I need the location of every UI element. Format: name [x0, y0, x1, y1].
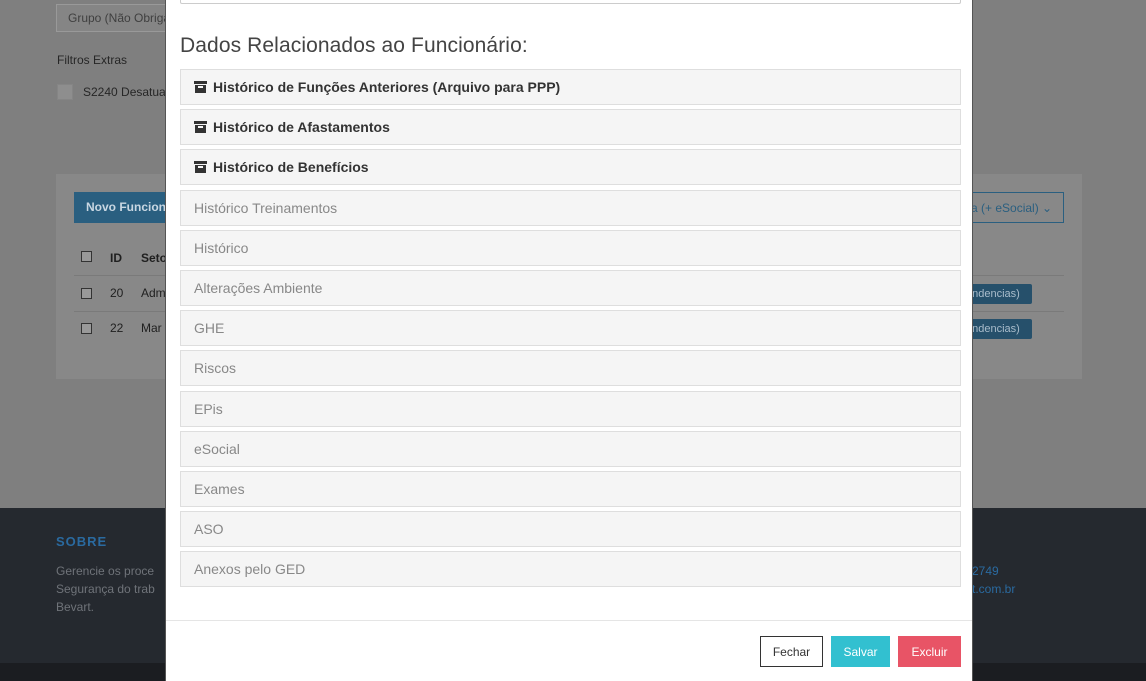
- accordion-section-label: Anexos pelo GED: [194, 561, 306, 578]
- accordion-section[interactable]: Histórico de Funções Anteriores (Arquivo…: [180, 69, 961, 105]
- row-id: 20: [110, 286, 124, 300]
- close-button[interactable]: Fechar: [760, 636, 823, 667]
- accordion-section[interactable]: ASO: [180, 511, 961, 548]
- accordion-section-label: Histórico de Afastamentos: [213, 119, 390, 136]
- row-setor: Mar: [141, 321, 162, 335]
- accordion-section-label: EPis: [194, 400, 223, 417]
- accordion-section[interactable]: Exames: [180, 470, 961, 507]
- row-id: 22: [110, 321, 124, 335]
- action-button-label: a (+ eSocial): [971, 201, 1039, 215]
- accordion-section-label: Exames: [194, 480, 245, 497]
- accordion-section[interactable]: EPis: [180, 390, 961, 427]
- observations-textarea[interactable]: //: [180, 0, 961, 4]
- column-header-setor: Setor: [141, 251, 165, 265]
- select-all-checkbox[interactable]: [81, 251, 92, 262]
- accordion-section[interactable]: Riscos: [180, 350, 961, 387]
- modal-footer: Fechar Salvar Excluir: [166, 620, 972, 681]
- modal-section-title: Dados Relacionados ao Funcionário:: [180, 34, 528, 57]
- accordion-section-label: Riscos: [194, 360, 237, 377]
- archive-icon: [194, 121, 207, 134]
- accordion-section[interactable]: GHE: [180, 310, 961, 347]
- accordion-section[interactable]: Alterações Ambiente: [180, 269, 961, 306]
- column-header-id: ID: [110, 251, 122, 265]
- footer-email[interactable]: t.com.br: [972, 580, 1015, 598]
- chevron-down-icon: ⌄: [1042, 201, 1053, 215]
- accordion-section[interactable]: Histórico de Afastamentos: [180, 109, 961, 146]
- footer-text-line: Bevart.: [56, 600, 95, 614]
- related-data-accordion: Histórico de Funções Anteriores (Arquivo…: [180, 69, 961, 591]
- accordion-section[interactable]: Histórico de Benefícios: [180, 149, 961, 186]
- footer-title: SOBRE: [56, 534, 108, 549]
- save-button[interactable]: Salvar: [831, 636, 890, 667]
- accordion-section-label: GHE: [194, 320, 225, 337]
- footer-text-line: Segurança do trab: [56, 582, 155, 596]
- extra-filters-label: Filtros Extras: [57, 53, 128, 67]
- delete-button[interactable]: Excluir: [898, 636, 961, 667]
- row-checkbox[interactable]: [81, 323, 92, 334]
- accordion-section-label: Histórico Treinamentos: [194, 199, 338, 216]
- footer-contact: 2749 t.com.br: [972, 562, 1015, 598]
- archive-icon: [194, 161, 207, 174]
- row-checkbox[interactable]: [81, 288, 92, 299]
- footer-phone[interactable]: 2749: [972, 562, 1015, 580]
- accordion-section-label: eSocial: [194, 440, 240, 457]
- row-setor: Adm: [141, 286, 165, 300]
- accordion-section-label: ASO: [194, 521, 224, 538]
- accordion-section[interactable]: eSocial: [180, 430, 961, 467]
- s2240-checkbox[interactable]: [57, 84, 73, 100]
- resize-grip-icon[interactable]: //: [954, 0, 958, 2]
- accordion-section[interactable]: Anexos pelo GED: [180, 551, 961, 588]
- accordion-section-label: Histórico de Funções Anteriores (Arquivo…: [213, 79, 561, 95]
- accordion-section-label: Alterações Ambiente: [194, 279, 323, 296]
- accordion-section[interactable]: Histórico: [180, 229, 961, 266]
- footer-about-text: Gerencie os proce Segurança do trab Beva…: [56, 562, 166, 616]
- accordion-section-label: Histórico: [194, 239, 249, 256]
- employee-modal: // Dados Relacionados ao Funcionário: Hi…: [165, 0, 973, 681]
- accordion-section[interactable]: Histórico Treinamentos: [180, 189, 961, 226]
- archive-icon: [194, 81, 207, 93]
- footer-text-line: Gerencie os proce: [56, 564, 155, 578]
- accordion-section-label: Histórico de Benefícios: [213, 159, 369, 176]
